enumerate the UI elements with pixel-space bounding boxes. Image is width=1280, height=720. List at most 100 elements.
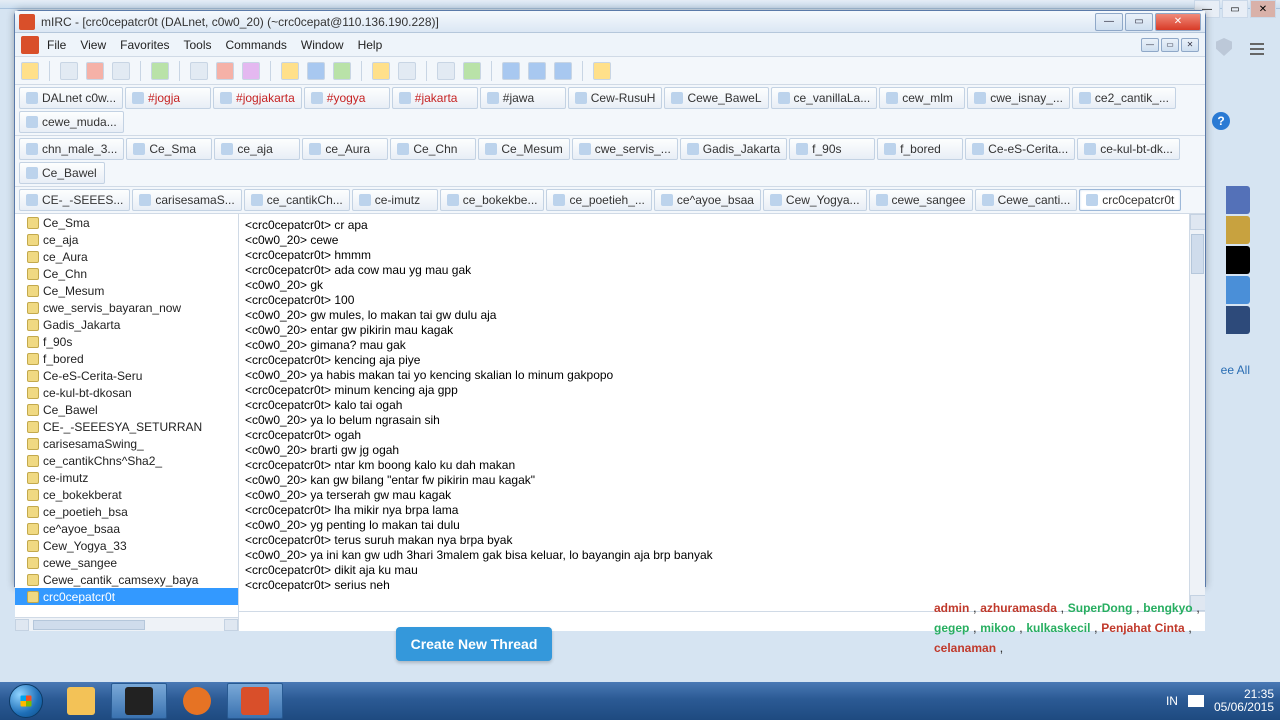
chat-icon[interactable]	[307, 62, 325, 80]
cascade-icon[interactable]	[554, 62, 572, 80]
close-button[interactable]: ✕	[1155, 13, 1201, 31]
browser-max[interactable]: ▭	[1222, 0, 1248, 18]
tree-item[interactable]: Ce-eS-Cerita-Seru	[15, 367, 238, 384]
titlebar[interactable]: mIRC - [crc0cepatcr0t (DALnet, c0w0_20) …	[15, 11, 1205, 33]
shield-icon[interactable]	[1216, 38, 1232, 56]
switch-btn[interactable]: Cew_Yogya...	[763, 189, 867, 211]
winamp-taskbtn[interactable]	[111, 683, 167, 719]
switch-btn[interactable]: ce_bokekbe...	[440, 189, 545, 211]
tree-item[interactable]: carisesamaSwing_	[15, 435, 238, 452]
menu-help[interactable]: Help	[358, 38, 383, 52]
colors-icon[interactable]	[242, 62, 260, 80]
switch-btn[interactable]: DALnet c0w...	[19, 87, 123, 109]
received-icon[interactable]	[463, 62, 481, 80]
lang-indicator[interactable]: IN	[1166, 694, 1178, 708]
maximize-button[interactable]: ▭	[1125, 13, 1153, 31]
switch-btn[interactable]: cwe_servis_...	[572, 138, 678, 160]
side-tab[interactable]	[1226, 216, 1250, 244]
scripts-icon[interactable]	[151, 62, 169, 80]
connect-icon[interactable]	[21, 62, 39, 80]
menu-window[interactable]: Window	[301, 38, 344, 52]
user-link[interactable]: Penjahat Cinta	[1101, 621, 1184, 635]
tree-item[interactable]: Gadis_Jakarta	[15, 316, 238, 333]
tree-hscroll[interactable]	[15, 617, 238, 631]
user-link[interactable]: gegep	[934, 621, 969, 635]
switch-btn[interactable]: cewe_sangee	[869, 189, 973, 211]
switch-btn[interactable]: Ce_Bawel	[19, 162, 105, 184]
notify-icon[interactable]	[372, 62, 390, 80]
menu-tools[interactable]: Tools	[184, 38, 212, 52]
switch-btn[interactable]: ce_Aura	[302, 138, 388, 160]
tree-item[interactable]: f_bored	[15, 350, 238, 367]
scroll-thumb[interactable]	[1191, 234, 1204, 274]
switch-btn[interactable]: carisesamaS...	[132, 189, 241, 211]
minimize-button[interactable]: —	[1095, 13, 1123, 31]
start-button[interactable]	[0, 682, 52, 720]
clock[interactable]: 21:3505/06/2015	[1214, 688, 1274, 714]
switch-btn[interactable]: ce^ayoe_bsaa	[654, 189, 761, 211]
see-all-link[interactable]: ee All	[1221, 363, 1250, 377]
options-icon[interactable]	[60, 62, 78, 80]
side-tab[interactable]	[1226, 246, 1250, 274]
tree-item[interactable]: ce-kul-bt-dkosan	[15, 384, 238, 401]
tree-item[interactable]: Cewe_cantik_camsexy_baya	[15, 571, 238, 588]
switch-btn[interactable]: ce-kul-bt-dk...	[1077, 138, 1180, 160]
switch-btn[interactable]: f_90s	[789, 138, 875, 160]
switch-btn[interactable]: Cewe_BaweL	[664, 87, 768, 109]
user-link[interactable]: celanaman	[934, 641, 996, 655]
tree-list[interactable]: Ce_Smace_ajace_AuraCe_ChnCe_Mesumcwe_ser…	[15, 214, 238, 617]
switch-btn[interactable]: ce_cantikCh...	[244, 189, 350, 211]
scroll-left-icon[interactable]	[15, 619, 29, 631]
switch-btn[interactable]: CE-_-SEEES...	[19, 189, 130, 211]
scroll-right-icon[interactable]	[224, 619, 238, 631]
switch-btn[interactable]: ce_aja	[214, 138, 300, 160]
create-thread-button[interactable]: Create New Thread	[396, 627, 552, 661]
switch-btn[interactable]: ce2_cantik_...	[1072, 87, 1176, 109]
switch-btn[interactable]: #jogjakarta	[213, 87, 302, 109]
switch-btn[interactable]: ce_vanillaLa...	[771, 87, 878, 109]
tree-item[interactable]: CE-_-SEEESYA_SETURRAN	[15, 418, 238, 435]
firefox-taskbtn[interactable]	[169, 683, 225, 719]
user-link[interactable]: bengkyo	[1143, 601, 1192, 615]
log-icon[interactable]	[437, 62, 455, 80]
switch-btn[interactable]: #jogja	[125, 87, 211, 109]
mirc-logo-icon[interactable]	[21, 36, 39, 54]
tree-item[interactable]: Ce_Chn	[15, 265, 238, 282]
tile-v-icon[interactable]	[528, 62, 546, 80]
tree-item[interactable]: cewe_sangee	[15, 554, 238, 571]
tree-item[interactable]: Ce_Mesum	[15, 282, 238, 299]
scroll-thumb[interactable]	[33, 620, 145, 630]
favorites-icon[interactable]	[86, 62, 104, 80]
switch-btn[interactable]: chn_male_3...	[19, 138, 124, 160]
tree-item[interactable]: crc0cepatcr0t	[15, 588, 238, 605]
taskbar[interactable]: IN 21:3505/06/2015	[0, 682, 1280, 720]
tree-item[interactable]: Cew_Yogya_33	[15, 537, 238, 554]
switch-btn[interactable]: Ce_Chn	[390, 138, 476, 160]
chat-log[interactable]: <crc0cepatcr0t> cr apa<c0w0_20> cewe<crc…	[239, 214, 1205, 611]
side-tab[interactable]	[1226, 306, 1250, 334]
switch-btn[interactable]: cewe_muda...	[19, 111, 124, 133]
menu-commands[interactable]: Commands	[226, 38, 287, 52]
channels-icon[interactable]	[112, 62, 130, 80]
tile-h-icon[interactable]	[502, 62, 520, 80]
urls-icon[interactable]	[398, 62, 416, 80]
tree-item[interactable]: ce_aja	[15, 231, 238, 248]
mirc-taskbtn[interactable]	[227, 683, 283, 719]
switch-btn[interactable]: f_bored	[877, 138, 963, 160]
switch-btn[interactable]: Gadis_Jakarta	[680, 138, 787, 160]
switch-btn[interactable]: #jawa	[480, 87, 566, 109]
side-tab[interactable]	[1226, 186, 1250, 214]
switch-btn[interactable]: Ce-eS-Cerita...	[965, 138, 1075, 160]
flag-icon[interactable]	[1188, 695, 1204, 707]
chat-vscroll[interactable]	[1189, 214, 1205, 611]
hamburger-icon[interactable]	[1246, 38, 1268, 60]
tree-item[interactable]: Ce_Sma	[15, 214, 238, 231]
about-icon[interactable]	[593, 62, 611, 80]
tree-item[interactable]: f_90s	[15, 333, 238, 350]
browser-close[interactable]: ✕	[1250, 0, 1276, 18]
tree-item[interactable]: ce_poetieh_bsa	[15, 503, 238, 520]
tree-item[interactable]: ce_cantikChns^Sha2_	[15, 452, 238, 469]
timer-icon[interactable]	[216, 62, 234, 80]
switch-btn[interactable]: Cew-RusuH	[568, 87, 663, 109]
mdi-restore-button[interactable]: ▭	[1161, 38, 1179, 52]
